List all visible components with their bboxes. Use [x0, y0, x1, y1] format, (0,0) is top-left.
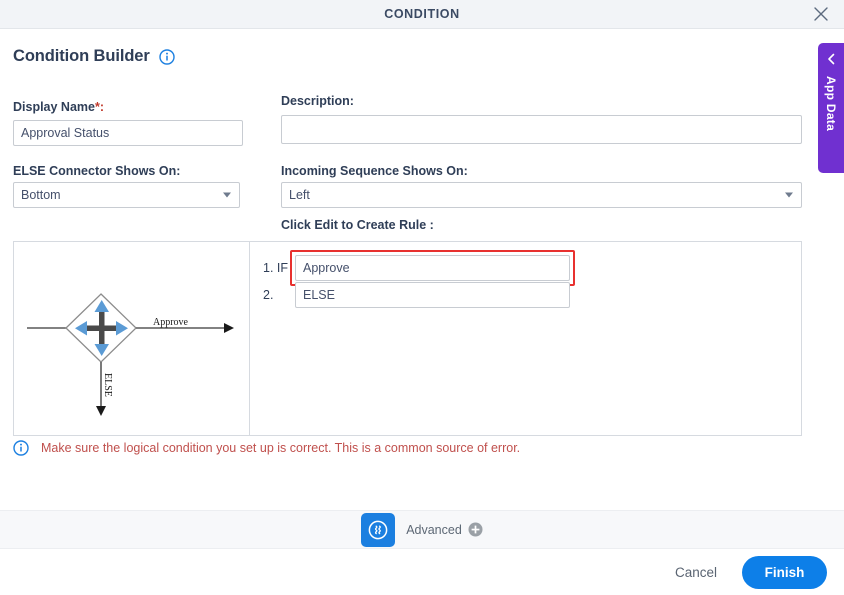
else-connector-label: ELSE Connector Shows On: [13, 164, 181, 178]
incoming-sequence-value: Left [289, 188, 310, 202]
warning-text: Make sure the logical condition you set … [41, 441, 521, 455]
info-circle-icon [13, 440, 29, 456]
display-name-label: Display Name*: [13, 100, 104, 114]
chevron-left-icon [826, 51, 837, 67]
close-icon[interactable] [810, 3, 832, 25]
advanced-label: Advanced [406, 522, 462, 537]
advanced-group: Advanced [406, 522, 483, 537]
display-name-input[interactable] [13, 120, 243, 146]
cancel-button[interactable]: Cancel [671, 559, 721, 586]
incoming-sequence-select[interactable]: Left [281, 182, 802, 208]
rules-hint-label: Click Edit to Create Rule : [281, 218, 434, 232]
app-data-label: App Data [824, 76, 838, 132]
description-input[interactable] [281, 115, 802, 144]
chevron-down-icon [785, 192, 793, 198]
rule-index: 2. [263, 288, 274, 302]
rule-highlight-box [290, 250, 575, 286]
else-connector-select[interactable]: Bottom [13, 182, 240, 208]
page-title: Condition Builder [13, 47, 150, 65]
rule-row: 1. IF [263, 250, 575, 286]
warning-row: Make sure the logical condition you set … [13, 440, 520, 456]
plus-circle-icon[interactable] [468, 522, 483, 537]
description-label: Description: [281, 94, 354, 108]
display-name-label-text: Display Name [13, 100, 95, 114]
rule-condition-input[interactable] [295, 255, 570, 281]
dialog-titlebar: CONDITION [0, 0, 844, 29]
svg-text:Approve: Approve [153, 317, 189, 328]
incoming-sequence-label: Incoming Sequence Shows On: [281, 164, 468, 178]
dialog-footer: Cancel Finish [0, 549, 844, 595]
rules-pane: 1. IF 2. [250, 242, 801, 435]
advanced-toolbar: Advanced [0, 510, 844, 549]
rule-panel: Approve ELSE 1. IF 2. [13, 241, 802, 436]
dialog-body: Condition Builder Display Name*: Descrip… [0, 30, 844, 495]
rule-row: 2. [263, 282, 570, 308]
app-data-panel-tab[interactable]: App Data [818, 43, 844, 173]
advanced-wave-icon[interactable] [361, 512, 396, 547]
condition-dialog: CONDITION Condition Builder Display Name… [0, 0, 844, 595]
svg-text:ELSE: ELSE [102, 373, 113, 397]
else-connector-value: Bottom [21, 188, 61, 202]
rule-else-input[interactable] [295, 282, 570, 308]
required-asterisk: *: [94, 100, 105, 114]
gateway-diagram: Approve ELSE [14, 242, 250, 435]
move-cursor-icon [75, 300, 128, 356]
dialog-title: CONDITION [384, 7, 460, 21]
page-title-row: Condition Builder [13, 47, 175, 66]
finish-button[interactable]: Finish [742, 555, 827, 589]
info-circle-icon[interactable] [159, 48, 175, 65]
chevron-down-icon [223, 192, 231, 198]
